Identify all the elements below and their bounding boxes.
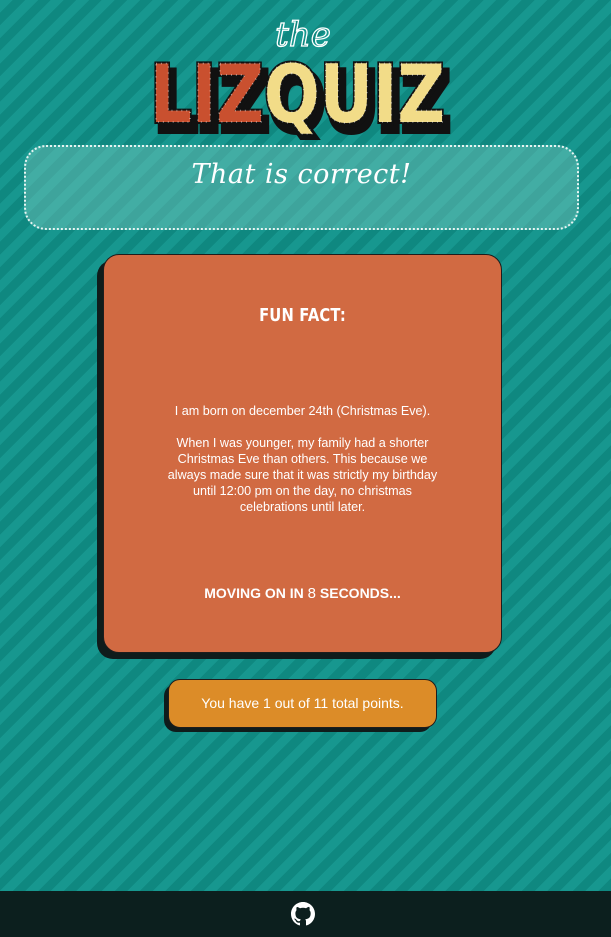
site-logo: the LIZQUIZ LIZQUIZ LIZQUIZ <box>0 0 611 140</box>
score-text: You have 1 out of 11 total points. <box>201 695 404 711</box>
fun-fact-body: I am born on december 24th (Christmas Ev… <box>164 403 441 531</box>
countdown-seconds: 8 <box>307 585 316 602</box>
fun-fact-paragraph: When I was younger, my family had a shor… <box>167 436 438 514</box>
github-icon <box>291 902 315 926</box>
feedback-message: That is correct! <box>191 159 412 190</box>
fun-fact-paragraph: I am born on december 24th (Christmas Ev… <box>174 404 431 418</box>
countdown-prefix: MOVING ON IN <box>204 585 304 601</box>
countdown-text: MOVING ON IN 8 SECONDS... <box>104 585 501 602</box>
github-link[interactable] <box>291 902 315 926</box>
feedback-box: That is correct! <box>24 145 579 230</box>
fun-fact-card: FUN FACT: I am born on december 24th (Ch… <box>103 254 502 653</box>
logo-bulb-dots: LIZQUIZ <box>150 48 445 140</box>
countdown-suffix: SECONDS... <box>319 585 401 601</box>
score-display: You have 1 out of 11 total points. <box>168 679 437 728</box>
fun-fact-title: FUN FACT: <box>259 305 346 326</box>
footer <box>0 891 611 937</box>
